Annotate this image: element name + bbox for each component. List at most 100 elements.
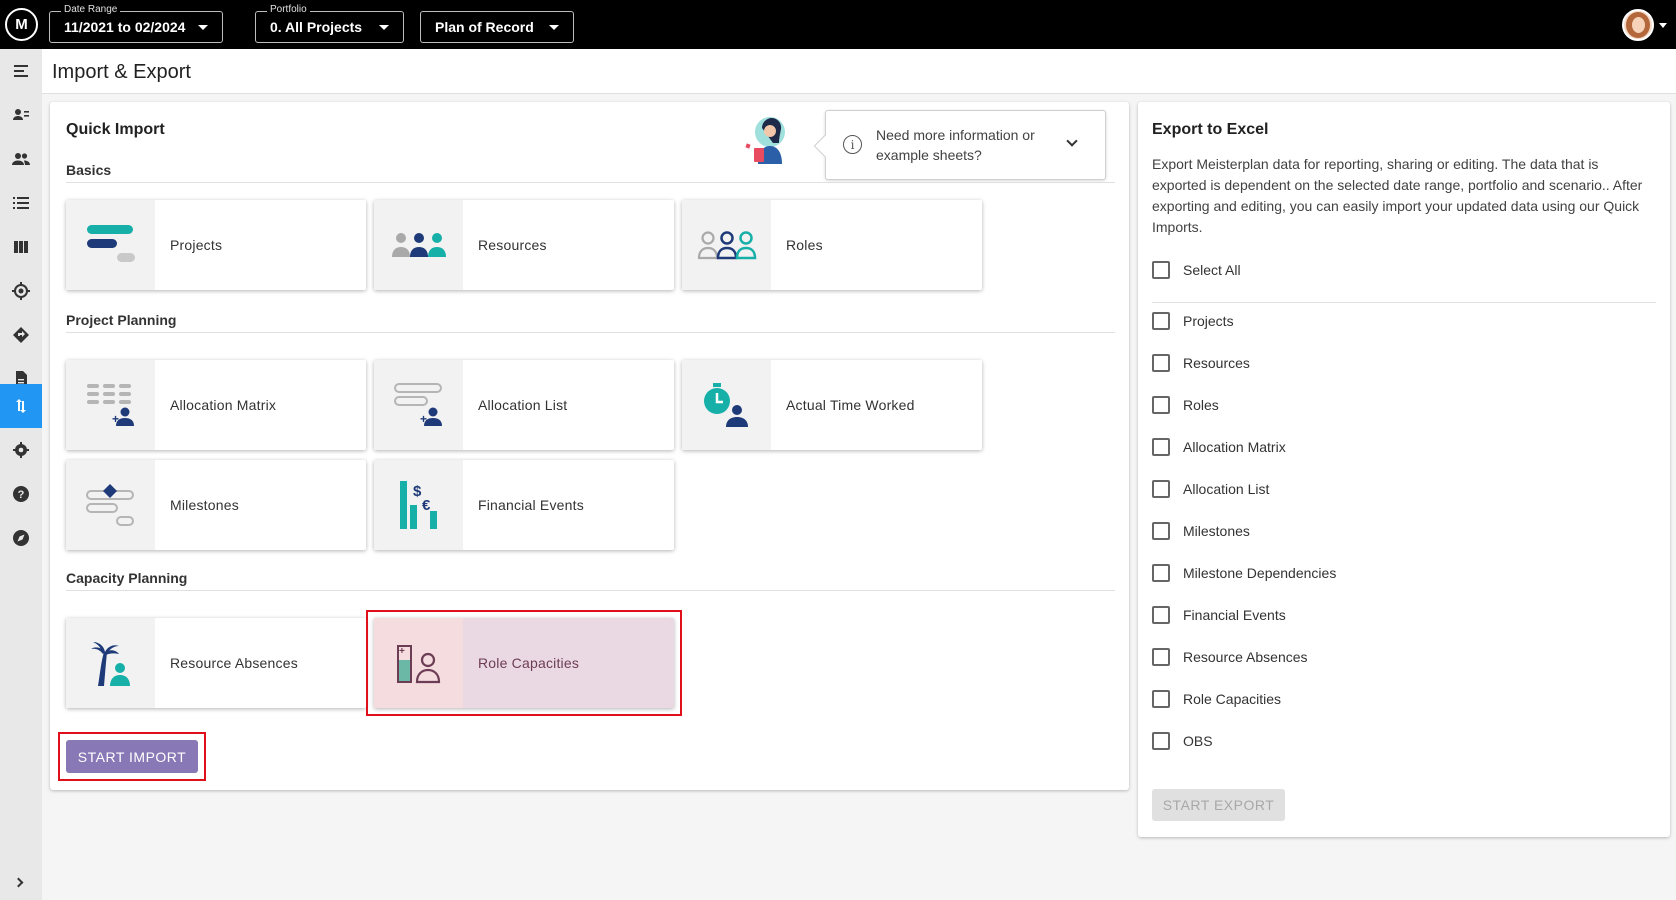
chevron-down-icon[interactable] xyxy=(1659,23,1667,28)
checkbox-label: OBS xyxy=(1183,733,1213,749)
portfolio-value: 0. All Projects xyxy=(270,19,363,35)
export-option-milestones[interactable]: Milestones xyxy=(1152,519,1250,543)
checkbox-icon[interactable] xyxy=(1152,690,1170,708)
projects-icon xyxy=(86,225,135,262)
checkbox-icon[interactable] xyxy=(1152,606,1170,624)
export-option-allocation-matrix[interactable]: Allocation Matrix xyxy=(1152,435,1286,459)
import-tile-allocation-matrix[interactable]: + Allocation Matrix xyxy=(66,360,366,450)
chevron-down-icon xyxy=(1066,135,1078,147)
checkbox-icon[interactable] xyxy=(1152,480,1170,498)
page-header: Import & Export xyxy=(42,49,1676,94)
info-icon: i xyxy=(843,135,862,154)
export-option-allocation-list[interactable]: Allocation List xyxy=(1152,477,1269,501)
compass-icon[interactable] xyxy=(0,516,42,560)
export-option-financial-events[interactable]: Financial Events xyxy=(1152,603,1286,627)
export-title: Export to Excel xyxy=(1152,121,1269,138)
resource-list-icon[interactable] xyxy=(0,93,42,137)
gear-icon[interactable] xyxy=(0,428,42,472)
chevron-down-icon xyxy=(379,24,389,30)
checkbox-label: Milestone Dependencies xyxy=(1183,565,1337,581)
svg-text:+: + xyxy=(420,412,427,426)
export-option-resource-absences[interactable]: Resource Absences xyxy=(1152,645,1308,669)
date-range-label: Date Range xyxy=(61,4,121,15)
user-avatar[interactable] xyxy=(1622,9,1654,41)
help-info-dropdown[interactable]: i Need more information or example sheet… xyxy=(813,110,1106,180)
checkbox-icon[interactable] xyxy=(1152,438,1170,456)
svg-text:?: ? xyxy=(18,489,25,501)
section-label-capacity-planning: Capacity Planning xyxy=(66,570,188,586)
meisterplan-logo[interactable]: M xyxy=(5,8,38,41)
checkbox-label: Financial Events xyxy=(1183,607,1286,623)
highlight-outline xyxy=(58,732,206,781)
columns-icon[interactable] xyxy=(0,225,42,269)
checkbox-label: Select All xyxy=(1183,262,1241,278)
checkbox-label: Milestones xyxy=(1183,523,1250,539)
checkbox-icon[interactable] xyxy=(1152,732,1170,750)
resources-icon xyxy=(391,233,446,257)
select-all-checkbox[interactable]: Select All xyxy=(1152,258,1241,282)
export-option-roles[interactable]: Roles xyxy=(1152,393,1219,417)
checkbox-label: Projects xyxy=(1183,313,1234,329)
side-navigation: ? xyxy=(0,49,42,900)
export-option-milestone-dependencies[interactable]: Milestone Dependencies xyxy=(1152,561,1336,585)
quick-import-title: Quick Import xyxy=(66,121,165,138)
page-title: Import & Export xyxy=(52,61,191,83)
actual-time-icon xyxy=(703,383,748,427)
checkbox-label: Resource Absences xyxy=(1183,649,1308,665)
checkbox-icon[interactable] xyxy=(1152,354,1170,372)
resource-absences-icon xyxy=(90,642,130,686)
tile-label: Actual Time Worked xyxy=(786,397,915,413)
chevron-down-icon xyxy=(549,24,559,30)
export-option-obs[interactable]: OBS xyxy=(1152,729,1213,753)
scenario-selector[interactable]: Plan of Record xyxy=(420,11,574,43)
export-option-projects[interactable]: Projects xyxy=(1152,309,1234,333)
milestones-icon xyxy=(85,484,134,526)
export-panel: Export to Excel Export Meisterplan data … xyxy=(1138,102,1670,837)
tile-label: Resource Absences xyxy=(170,655,298,671)
help-text: Need more information or example sheets? xyxy=(876,127,1035,163)
export-description: Export Meisterplan data for reporting, s… xyxy=(1152,156,1643,235)
start-export-button[interactable]: START EXPORT xyxy=(1152,789,1285,821)
import-export-icon[interactable] xyxy=(0,384,42,428)
checkbox-icon[interactable] xyxy=(1152,648,1170,666)
checkbox-icon[interactable] xyxy=(1152,261,1170,279)
import-tile-roles[interactable]: Roles xyxy=(682,200,982,290)
tile-label: Projects xyxy=(170,237,223,253)
checkbox-label: Roles xyxy=(1183,397,1219,413)
import-tile-resource-absences[interactable]: Resource Absences xyxy=(66,618,366,708)
support-agent-illustration xyxy=(745,117,785,164)
roles-icon xyxy=(697,231,756,260)
date-range-selector[interactable]: Date Range 11/2021 to 02/2024 xyxy=(49,4,223,43)
export-option-resources[interactable]: Resources xyxy=(1152,351,1250,375)
checkbox-icon[interactable] xyxy=(1152,564,1170,582)
svg-text:$: $ xyxy=(413,483,422,500)
tile-label: Roles xyxy=(786,237,823,253)
portfolio-label: Portfolio xyxy=(267,4,310,15)
import-tile-actual-time-worked[interactable]: Actual Time Worked xyxy=(682,360,982,450)
import-tile-milestones[interactable]: Milestones xyxy=(66,460,366,550)
import-tile-resources[interactable]: Resources xyxy=(374,200,674,290)
menu-collapse-icon[interactable] xyxy=(0,49,42,93)
checkbox-label: Allocation List xyxy=(1183,481,1270,497)
export-option-role-capacities[interactable]: Role Capacities xyxy=(1152,687,1281,711)
svg-text:+: + xyxy=(112,412,119,426)
checkbox-icon[interactable] xyxy=(1152,522,1170,540)
import-tile-financial-events[interactable]: $ € Financial Events xyxy=(374,460,674,550)
allocation-list-icon: + xyxy=(393,383,442,426)
import-tile-allocation-list[interactable]: + Allocation List xyxy=(374,360,674,450)
checkbox-icon[interactable] xyxy=(1152,312,1170,330)
portfolio-selector[interactable]: Portfolio 0. All Projects xyxy=(255,4,404,43)
people-icon[interactable] xyxy=(0,137,42,181)
section-label-basics: Basics xyxy=(66,162,112,178)
list-icon[interactable] xyxy=(0,181,42,225)
target-icon[interactable] xyxy=(0,269,42,313)
help-icon[interactable]: ? xyxy=(0,472,42,516)
checkbox-label: Role Capacities xyxy=(1183,691,1282,707)
tile-label: Allocation Matrix xyxy=(170,397,277,413)
quick-import-panel: Quick Import i Need more information or … xyxy=(50,102,1129,790)
checkbox-icon[interactable] xyxy=(1152,396,1170,414)
top-bar: M Date Range 11/2021 to 02/2024 Portfoli… xyxy=(0,0,1676,49)
import-tile-projects[interactable]: Projects xyxy=(66,200,366,290)
date-range-value: 11/2021 to 02/2024 xyxy=(64,19,186,35)
diamond-direction-icon[interactable] xyxy=(0,313,42,357)
